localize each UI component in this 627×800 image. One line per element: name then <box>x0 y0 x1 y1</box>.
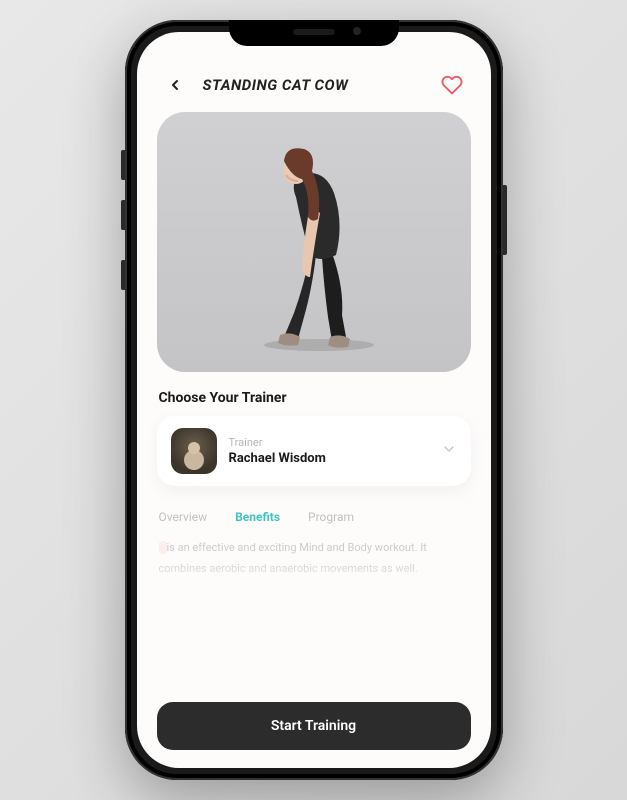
tab-bar: Overview Benefits Program <box>159 510 469 524</box>
tab-program[interactable]: Program <box>308 510 354 524</box>
favorite-button[interactable] <box>437 70 467 100</box>
content-area: STANDING CAT COW <box>137 32 491 768</box>
trainer-name: Rachael Wisdom <box>229 451 429 466</box>
tab-benefits[interactable]: Benefits <box>235 510 280 524</box>
trainer-section-title: Choose Your Trainer <box>159 390 469 406</box>
header-bar: STANDING CAT COW <box>157 70 471 112</box>
phone-frame: STANDING CAT COW <box>125 20 503 780</box>
trainer-avatar <box>171 428 217 474</box>
trainer-label: Trainer <box>229 436 429 449</box>
description-text: is an effective and exciting Mind and Bo… <box>159 538 469 598</box>
app-screen: STANDING CAT COW <box>137 32 491 768</box>
back-button[interactable] <box>161 71 189 99</box>
device-notch <box>229 20 399 46</box>
heart-icon <box>441 74 463 96</box>
tab-overview[interactable]: Overview <box>159 510 208 524</box>
trainer-info: Trainer Rachael Wisdom <box>229 436 429 466</box>
chevron-left-icon <box>167 77 183 93</box>
description-body: is an effective and exciting Mind and Bo… <box>159 541 427 575</box>
exercise-image <box>157 112 471 372</box>
page-title: STANDING CAT COW <box>199 76 427 94</box>
chevron-down-icon <box>441 441 457 461</box>
exercise-figure-illustration <box>224 127 404 357</box>
trainer-selector[interactable]: Trainer Rachael Wisdom <box>157 416 471 486</box>
start-training-button[interactable]: Start Training <box>157 702 471 750</box>
description-highlight <box>159 541 167 554</box>
